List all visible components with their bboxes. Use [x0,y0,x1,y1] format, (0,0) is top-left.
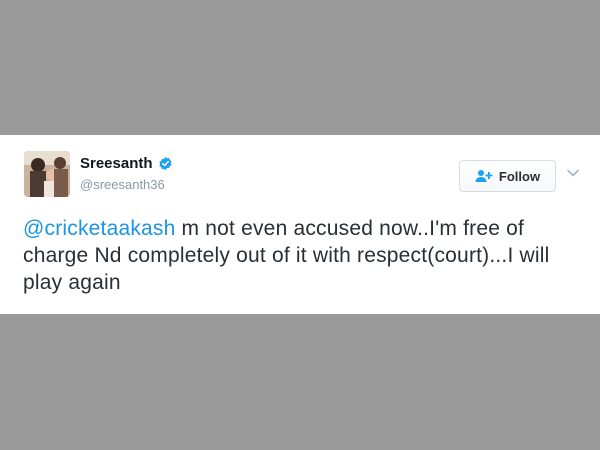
background-bottom-band [0,314,600,450]
mention-link[interactable]: @cricketaakash [23,217,176,240]
author-name[interactable]: Sreesanth [80,155,153,172]
author-handle[interactable]: @sreesanth36 [80,177,165,192]
chevron-down-icon[interactable] [566,168,580,178]
background-top-band [0,0,600,135]
tweet-card: Sreesanth @sreesanth36 Follow @cricketaa… [0,135,600,314]
tweet-text: @cricketaakash m not even accused now..I… [23,215,588,296]
follow-button-label: Follow [498,168,541,184]
verified-badge-icon [158,156,172,171]
avatar[interactable] [24,151,70,197]
add-user-icon [475,170,493,182]
author-name-row: Sreesanth [80,155,173,172]
follow-button[interactable]: Follow [459,160,556,192]
